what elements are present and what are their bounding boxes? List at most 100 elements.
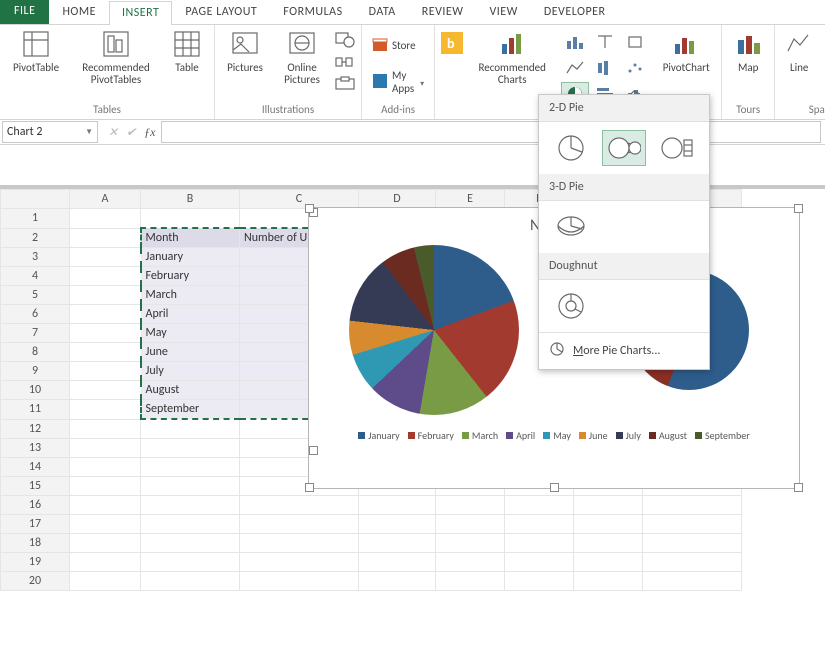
row-header[interactable]: 7 bbox=[1, 324, 70, 343]
cell[interactable] bbox=[359, 496, 436, 515]
cell[interactable] bbox=[70, 248, 141, 267]
row-header[interactable]: 5 bbox=[1, 286, 70, 305]
sparkline-line-button[interactable]: Line bbox=[781, 28, 817, 74]
cell[interactable] bbox=[505, 553, 574, 572]
cell[interactable] bbox=[240, 534, 359, 553]
pivotchart-button[interactable]: PivotChart bbox=[657, 28, 715, 74]
cell[interactable] bbox=[240, 572, 359, 591]
cell[interactable] bbox=[141, 439, 240, 458]
row-header[interactable]: 3 bbox=[1, 248, 70, 267]
cell[interactable] bbox=[643, 553, 742, 572]
screenshot-button[interactable] bbox=[335, 76, 355, 96]
cell[interactable] bbox=[70, 400, 141, 420]
row-header[interactable]: 4 bbox=[1, 267, 70, 286]
cell[interactable] bbox=[141, 419, 240, 439]
cell[interactable] bbox=[141, 209, 240, 229]
legend-item[interactable]: August bbox=[649, 429, 687, 442]
tab-review[interactable]: REVIEW bbox=[409, 0, 477, 24]
cell[interactable] bbox=[240, 553, 359, 572]
name-box[interactable]: Chart 2 ▼ bbox=[2, 121, 98, 143]
cell[interactable]: August bbox=[141, 381, 240, 400]
cell[interactable] bbox=[505, 496, 574, 515]
cell[interactable] bbox=[70, 477, 141, 496]
row-header[interactable]: 11 bbox=[1, 400, 70, 420]
insert-hierarchy-chart-button[interactable] bbox=[591, 30, 619, 54]
cell[interactable] bbox=[240, 496, 359, 515]
cell[interactable]: September bbox=[141, 400, 240, 420]
resize-handle[interactable] bbox=[794, 204, 803, 213]
legend-item[interactable]: June bbox=[579, 429, 608, 442]
cell[interactable] bbox=[141, 458, 240, 477]
cell[interactable] bbox=[359, 572, 436, 591]
smartart-button[interactable] bbox=[335, 54, 355, 74]
tab-home[interactable]: HOME bbox=[49, 0, 109, 24]
pie-3d-option[interactable] bbox=[549, 209, 593, 245]
cell[interactable] bbox=[141, 572, 240, 591]
pictures-button[interactable]: Pictures bbox=[221, 28, 269, 74]
cell[interactable] bbox=[436, 572, 505, 591]
cell[interactable] bbox=[359, 553, 436, 572]
tab-page-layout[interactable]: PAGE LAYOUT bbox=[172, 0, 270, 24]
enter-formula-icon[interactable]: ✔ bbox=[126, 125, 136, 140]
cell[interactable] bbox=[70, 362, 141, 381]
cell[interactable] bbox=[505, 572, 574, 591]
cell[interactable] bbox=[70, 267, 141, 286]
cell[interactable] bbox=[643, 515, 742, 534]
cell[interactable] bbox=[70, 534, 141, 553]
doughnut-option[interactable] bbox=[549, 288, 593, 324]
cell[interactable] bbox=[643, 534, 742, 553]
column-header[interactable]: A bbox=[70, 190, 141, 209]
legend-item[interactable]: September bbox=[695, 429, 750, 442]
online-pictures-button[interactable]: Online Pictures bbox=[277, 28, 327, 86]
chart-legend[interactable]: JanuaryFebruaryMarchAprilMayJuneJulyAugu… bbox=[309, 425, 799, 446]
insert-statistic-chart-button[interactable] bbox=[591, 56, 619, 80]
cell[interactable] bbox=[240, 515, 359, 534]
cell[interactable] bbox=[70, 228, 141, 248]
row-header[interactable]: 19 bbox=[1, 553, 70, 572]
bing-icon[interactable]: b bbox=[441, 32, 463, 58]
pie-2d-option[interactable] bbox=[549, 130, 592, 166]
resize-handle[interactable] bbox=[794, 483, 803, 492]
column-header[interactable]: B bbox=[141, 190, 240, 209]
row-header[interactable]: 20 bbox=[1, 572, 70, 591]
cell[interactable] bbox=[643, 496, 742, 515]
cell[interactable] bbox=[70, 553, 141, 572]
cell[interactable] bbox=[70, 286, 141, 305]
cell[interactable] bbox=[359, 515, 436, 534]
tab-file[interactable]: FILE bbox=[0, 0, 49, 24]
cell[interactable] bbox=[359, 534, 436, 553]
legend-item[interactable]: January bbox=[358, 429, 399, 442]
resize-handle[interactable] bbox=[550, 483, 559, 492]
cell[interactable] bbox=[70, 496, 141, 515]
legend-item[interactable]: April bbox=[506, 429, 535, 442]
insert-scatter-chart-button[interactable] bbox=[621, 56, 649, 80]
cell[interactable]: June bbox=[141, 343, 240, 362]
cell[interactable] bbox=[505, 534, 574, 553]
cell[interactable]: February bbox=[141, 267, 240, 286]
pie-of-pie-option[interactable] bbox=[602, 130, 645, 166]
shapes-button[interactable] bbox=[335, 32, 355, 52]
row-header[interactable]: 15 bbox=[1, 477, 70, 496]
row-header[interactable]: 8 bbox=[1, 343, 70, 362]
cell[interactable] bbox=[643, 572, 742, 591]
cell[interactable] bbox=[436, 515, 505, 534]
recommended-pivottables-button[interactable]: Recommended PivotTables bbox=[74, 28, 158, 86]
cell[interactable] bbox=[70, 439, 141, 458]
bar-of-pie-option[interactable] bbox=[656, 130, 699, 166]
resize-handle[interactable] bbox=[305, 483, 314, 492]
cell[interactable] bbox=[70, 324, 141, 343]
row-header[interactable]: 1 bbox=[1, 209, 70, 229]
tab-developer[interactable]: DEVELOPER bbox=[531, 0, 619, 24]
cell[interactable] bbox=[574, 553, 643, 572]
tab-data[interactable]: DATA bbox=[356, 0, 409, 24]
table-button[interactable]: Table bbox=[166, 28, 208, 74]
formula-input[interactable] bbox=[161, 121, 821, 143]
tab-formulas[interactable]: FORMULAS bbox=[270, 0, 355, 24]
cell[interactable] bbox=[505, 515, 574, 534]
insert-line-chart-button[interactable] bbox=[561, 56, 589, 80]
legend-item[interactable]: July bbox=[616, 429, 641, 442]
insert-column-chart-button[interactable] bbox=[561, 30, 589, 54]
row-header[interactable]: 13 bbox=[1, 439, 70, 458]
cell[interactable]: May bbox=[141, 324, 240, 343]
cell[interactable] bbox=[70, 343, 141, 362]
